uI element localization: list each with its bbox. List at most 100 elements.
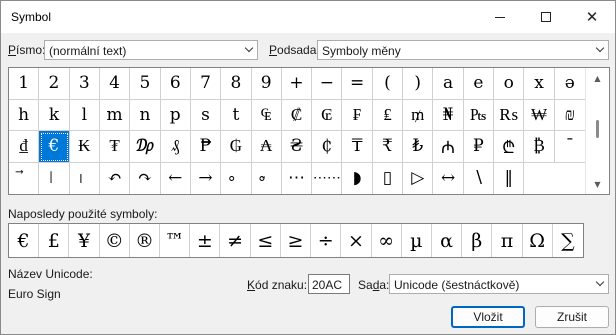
symbol-cell[interactable]: (: [372, 68, 404, 100]
recent-symbol-cell[interactable]: µ: [402, 224, 432, 257]
symbol-cell[interactable]: −: [312, 68, 343, 100]
symbol-cell[interactable]: 1: [9, 68, 40, 100]
symbol-cell[interactable]: +: [281, 68, 313, 100]
symbol-cell[interactable]: ⃙: [252, 162, 282, 194]
symbol-cell[interactable]: ₺: [403, 131, 434, 163]
symbol-cell[interactable]: ▯: [373, 162, 404, 194]
symbol-cell[interactable]: ₯: [130, 131, 161, 163]
symbol-cell[interactable]: 2: [39, 68, 70, 100]
scroll-down-icon[interactable]: ▼: [586, 176, 609, 192]
symbol-cell[interactable]: ₢: [312, 99, 343, 131]
symbol-cell[interactable]: ₫: [9, 131, 40, 163]
symbol-cell[interactable]: ₥: [403, 99, 434, 131]
symbol-cell[interactable]: ⃘: [221, 162, 252, 194]
symbol-cell[interactable]: 7: [190, 68, 222, 100]
recent-symbol-cell[interactable]: ∑: [553, 224, 583, 257]
symbol-cell[interactable]: ←: [161, 162, 191, 194]
symbol-cell[interactable]: ₦: [433, 99, 464, 131]
symbol-cell[interactable]: ∖: [464, 162, 495, 194]
symbol-cell[interactable]: ₾: [494, 131, 525, 163]
symbol-cell[interactable]: ↔: [433, 162, 464, 194]
symbol-cell[interactable]: a: [433, 68, 464, 100]
recent-symbol-cell[interactable]: £: [39, 224, 70, 257]
symbol-cell[interactable]: ↷: [130, 162, 161, 194]
symbol-cell[interactable]: ₹: [372, 131, 404, 163]
symbol-cell[interactable]: ₮: [99, 131, 131, 163]
symbol-cell[interactable]: p: [160, 99, 191, 131]
symbol-cell[interactable]: e: [463, 68, 495, 100]
recent-symbol-cell[interactable]: Ω: [523, 224, 553, 257]
symbol-cell[interactable]: o: [494, 68, 525, 100]
recent-symbol-cell[interactable]: π: [492, 224, 523, 257]
recent-symbol-cell[interactable]: ×: [341, 224, 372, 257]
symbol-cell[interactable]: ₿: [524, 131, 555, 163]
symbol-cell[interactable]: x: [524, 68, 555, 100]
symbol-cell[interactable]: ₤: [372, 99, 404, 131]
symbol-cell[interactable]: 5: [130, 68, 161, 100]
insert-button[interactable]: Vložit: [451, 306, 525, 328]
symbol-cell[interactable]: ⋯⋯: [312, 162, 343, 194]
symbol-cell[interactable]: 8: [221, 68, 252, 100]
symbol-cell[interactable]: ₲: [221, 131, 252, 163]
symbol-cell[interactable]: ₽: [463, 131, 495, 163]
scroll-up-icon[interactable]: ▲: [586, 70, 609, 86]
symbol-cell[interactable]: ₰: [160, 131, 191, 163]
symbol-cell[interactable]: m: [99, 99, 131, 131]
font-select[interactable]: (normální text): [44, 40, 258, 60]
symbol-cell[interactable]: ₵: [312, 131, 343, 163]
symbol-cell[interactable]: ₧: [463, 99, 495, 131]
symbol-cell[interactable]: ▷: [403, 162, 434, 194]
symbol-cell[interactable]: ⃓: [70, 162, 100, 194]
symbol-cell[interactable]: l: [69, 99, 100, 131]
symbol-cell[interactable]: 9: [251, 68, 282, 100]
symbol-cell[interactable]: ₴: [281, 131, 313, 163]
recent-symbol-cell[interactable]: ≠: [220, 224, 251, 257]
symbol-cell[interactable]: →: [191, 162, 222, 194]
symbol-cell[interactable]: 4: [99, 68, 131, 100]
recent-symbol-cell[interactable]: ®: [130, 224, 161, 257]
symbol-cell[interactable]: ₳: [251, 131, 282, 163]
recent-symbol-cell[interactable]: ¥: [69, 224, 100, 257]
cancel-button[interactable]: Zrušit: [535, 306, 609, 328]
symbol-cell[interactable]: ): [403, 68, 434, 100]
recent-symbol-cell[interactable]: €: [9, 224, 40, 257]
recent-symbol-cell[interactable]: ©: [100, 224, 130, 257]
symbol-cell[interactable]: ₱: [190, 131, 222, 163]
symbol-cell[interactable]: ◗: [342, 162, 373, 194]
symbol-cell[interactable]: h: [9, 99, 40, 131]
recent-symbol-cell[interactable]: ÷: [311, 224, 342, 257]
symbol-cell[interactable]: ⃗: [9, 162, 40, 194]
from-select[interactable]: Unicode (šestnáctkově): [389, 274, 609, 294]
symbol-cell[interactable]: ₨: [494, 99, 525, 131]
minimize-button[interactable]: [477, 1, 523, 33]
symbol-cell[interactable]: ₸: [342, 131, 373, 163]
recent-symbol-cell[interactable]: α: [432, 224, 463, 257]
scroll-thumb[interactable]: [596, 120, 599, 138]
recent-symbols[interactable]: € £ ¥ © ® ™ ± ≠ ≤ ≥ ÷ × ∞ µ α β π Ω ∑: [8, 223, 584, 258]
symbol-cell[interactable]: ₠: [251, 99, 282, 131]
grid-scrollbar[interactable]: ▲ ▼: [585, 68, 609, 194]
symbol-cell[interactable]: n: [130, 99, 161, 131]
symbol-cell[interactable]: ə: [554, 68, 585, 100]
recent-symbol-cell[interactable]: ±: [190, 224, 221, 257]
close-button[interactable]: ✕: [569, 1, 615, 33]
symbol-cell[interactable]: ⋯: [282, 162, 313, 194]
symbol-cell[interactable]: t: [221, 99, 252, 131]
recent-symbol-cell[interactable]: ≥: [281, 224, 312, 257]
symbol-cell[interactable]: 6: [160, 68, 191, 100]
symbol-cell[interactable]: ₡: [281, 99, 313, 131]
symbol-cell[interactable]: ₪: [554, 100, 585, 131]
symbol-cell[interactable]: 3: [69, 68, 100, 100]
symbol-cell[interactable]: ₣: [342, 99, 373, 131]
symbol-cell[interactable]: ⃒: [39, 162, 70, 194]
symbol-cell[interactable]: =: [342, 68, 373, 100]
symbol-cell[interactable]: k: [39, 99, 70, 131]
symbol-cell[interactable]: ₩: [524, 99, 555, 131]
symbol-cell[interactable]: ‖: [494, 162, 525, 194]
symbol-grid[interactable]: 1 2 3 4 5 6 7 8 9 + − =() a e o x ə h k l m n p s t ₠ ₡ ₢ ₣ ₤ ₥ ₦ ₧ ₨ ₩ ₪ ₫ €…: [9, 68, 585, 194]
recent-symbol-cell[interactable]: β: [462, 224, 493, 257]
recent-symbol-cell[interactable]: ≤: [251, 224, 281, 257]
symbol-cell[interactable]: €: [39, 131, 70, 163]
maximize-button[interactable]: [523, 1, 569, 33]
symbol-cell[interactable]: ˉ: [554, 131, 585, 163]
